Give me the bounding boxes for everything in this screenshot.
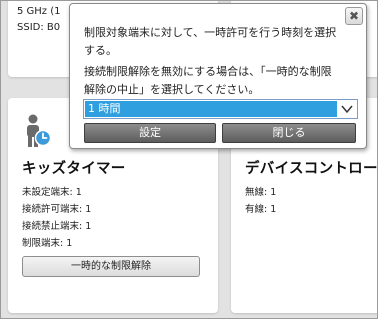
- stat-unset-devices: 未設定端末: 1: [22, 187, 82, 198]
- wifi-ssid-text: SSID: B0: [17, 22, 61, 33]
- stat-allowed-devices: 接続許可端末: 1: [22, 204, 92, 215]
- dialog-text-line-3: 接続制限解除を無効にする場合は、「一時的な制限: [84, 65, 332, 78]
- dialog-text-line-4: 解除の中止」を選択してください。: [84, 83, 260, 96]
- chevron-down-icon: [341, 105, 353, 114]
- dialog-text-line-2: する。: [84, 44, 117, 57]
- temporary-release-button[interactable]: 一時的な制限解除: [22, 256, 200, 277]
- stat-wireless: 無線: 1: [245, 187, 277, 198]
- kids-timer-title: キッズタイマー: [22, 161, 126, 177]
- app-frame: 5 GHz (1 SSID: B0 キッズタイマー 未設定端末: 1 接続許可端…: [0, 0, 378, 319]
- stat-wired: 有線: 1: [245, 204, 277, 215]
- set-button[interactable]: 設定: [84, 123, 216, 143]
- dialog-text-line-1: 制限対象端末に対して、一時許可を行う時刻を選択: [84, 26, 337, 39]
- duration-select[interactable]: 1 時間: [83, 99, 358, 119]
- close-button[interactable]: 閉じる: [222, 123, 356, 143]
- child-clock-icon: [27, 114, 52, 147]
- wifi-band-text: 5 GHz (1: [17, 6, 61, 17]
- stat-restricted-devices: 制限端末: 1: [22, 238, 73, 249]
- close-icon[interactable]: ✖: [345, 7, 363, 25]
- device-control-title: デバイスコントロール: [245, 161, 378, 177]
- duration-selected-value: 1 時間: [85, 101, 337, 117]
- stat-blocked-devices: 接続禁止端末: 1: [22, 221, 92, 232]
